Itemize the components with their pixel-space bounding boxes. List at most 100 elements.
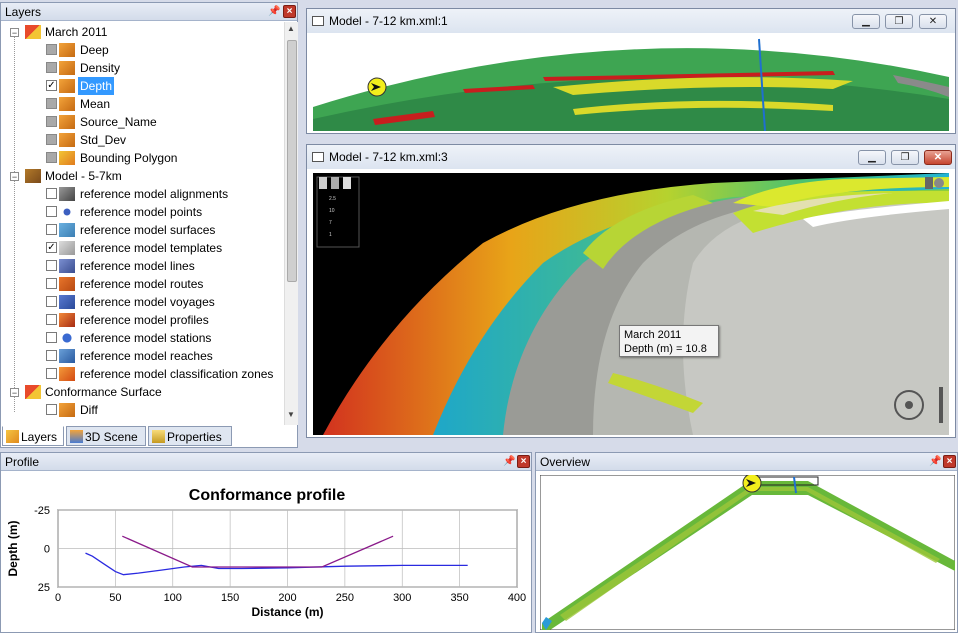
pin-icon[interactable]: 📌	[503, 456, 515, 467]
scene-tab-icon	[70, 430, 83, 443]
visibility-checkbox[interactable]	[46, 62, 57, 73]
visibility-checkbox[interactable]	[46, 260, 57, 271]
tree-row-label: reference model stations	[80, 331, 212, 345]
maximize-button[interactable]: ❐	[885, 14, 913, 29]
tab-properties[interactable]: Properties	[148, 426, 232, 446]
line-icon	[59, 259, 75, 273]
collapse-icon[interactable]: −	[10, 28, 19, 38]
y-axis-label: Depth (m)	[6, 521, 20, 577]
voyage-icon	[59, 295, 75, 309]
collapse-icon[interactable]: −	[10, 172, 19, 182]
profile-close-button[interactable]: ×	[517, 455, 530, 468]
visibility-checkbox[interactable]: ✓	[46, 242, 57, 253]
tree-row-reference-model-stations[interactable]: reference model stations	[1, 329, 284, 347]
visibility-checkbox[interactable]	[46, 116, 57, 127]
tree-row-label: reference model points	[80, 205, 203, 219]
top-view-canvas[interactable]	[313, 37, 949, 131]
layer-tree-scrollbar[interactable]: ▲ ▼	[284, 22, 298, 425]
model-icon	[25, 169, 41, 183]
pin-icon[interactable]: 📌	[929, 456, 941, 467]
overview-title-text: Overview	[540, 455, 591, 469]
profile-title-text: Profile	[5, 455, 40, 469]
tree-row-deep[interactable]: Deep	[1, 41, 284, 59]
tab-3d-scene[interactable]: 3D Scene	[66, 426, 146, 446]
tree-row-source-name[interactable]: Source_Name	[1, 113, 284, 131]
scroll-thumb[interactable]	[287, 40, 297, 282]
profile-icon	[59, 313, 75, 327]
overview-panel-title: Overview	[536, 453, 957, 471]
model-window-1: Model - 7-12 km.xml:1 ▁ ❐ ✕	[306, 8, 956, 134]
visibility-checkbox[interactable]	[46, 278, 57, 289]
visibility-checkbox[interactable]	[46, 134, 57, 145]
close-button[interactable]: ✕	[924, 150, 952, 165]
legend-tick: 2.5	[329, 196, 336, 202]
model-window-3-title: Model - 7-12 km.xml:3	[329, 150, 448, 164]
close-button[interactable]: ✕	[919, 14, 947, 29]
visibility-checkbox[interactable]	[46, 332, 57, 343]
tree-row-conformance-surface[interactable]: − Conformance Surface	[1, 383, 284, 401]
minimize-button[interactable]: ▁	[858, 150, 886, 165]
y-tick-label: 25	[38, 582, 50, 594]
visibility-checkbox[interactable]	[46, 224, 57, 235]
tree-row-reference-model-profiles[interactable]: reference model profiles	[1, 311, 284, 329]
x-tick-label: 250	[336, 592, 354, 604]
visibility-checkbox[interactable]	[46, 206, 57, 217]
tree-row-reference-model-alignments[interactable]: reference model alignments	[1, 185, 284, 203]
maximize-button[interactable]: ❐	[891, 150, 919, 165]
visibility-checkbox[interactable]	[46, 98, 57, 109]
tree-row-label: Density	[80, 61, 121, 75]
scroll-up-arrow[interactable]: ▲	[287, 24, 295, 33]
tree-row-reference-model-lines[interactable]: reference model lines	[1, 257, 284, 275]
tree-row-model-5-7km[interactable]: − Model - 5-7km	[1, 167, 284, 185]
tree-row-label: reference model voyages	[80, 295, 215, 309]
tree-row-reference-model-surfaces[interactable]: reference model surfaces	[1, 221, 284, 239]
pin-icon[interactable]: 📌	[268, 6, 280, 17]
window-icon	[312, 152, 324, 162]
tree-row-std-dev[interactable]: Std_Dev	[1, 131, 284, 149]
tree-row-reference-model-templates[interactable]: ✓ reference model templates	[1, 239, 284, 257]
overview-map[interactable]	[540, 475, 955, 630]
layer-icon	[59, 403, 75, 417]
depth-legend: 2.5 10 7 1	[329, 193, 347, 245]
tree-row-label: reference model profiles	[80, 313, 209, 327]
visibility-checkbox[interactable]	[46, 152, 57, 163]
visibility-checkbox[interactable]: ✓	[46, 80, 57, 91]
collapse-icon[interactable]: −	[10, 388, 19, 398]
tree-row-label: reference model lines	[80, 259, 195, 273]
layer-icon	[59, 43, 75, 57]
visibility-checkbox[interactable]	[46, 350, 57, 361]
tree-row-mean[interactable]: Mean	[1, 95, 284, 113]
tab-layers[interactable]: Layers	[2, 426, 64, 446]
minimize-button[interactable]: ▁	[852, 14, 880, 29]
tree-row-density[interactable]: Density	[1, 59, 284, 77]
tree-row-reference-model-voyages[interactable]: reference model voyages	[1, 293, 284, 311]
model-window-1-title: Model - 7-12 km.xml:1	[329, 14, 448, 28]
visibility-checkbox[interactable]	[46, 296, 57, 307]
x-tick-label: 150	[221, 592, 239, 604]
overview-close-button[interactable]: ×	[943, 455, 956, 468]
legend-tick: 1	[329, 232, 332, 238]
tree-row-label: Model - 5-7km	[45, 169, 122, 183]
scroll-down-arrow[interactable]: ▼	[287, 410, 295, 419]
tree-row-reference-model-reaches[interactable]: reference model reaches	[1, 347, 284, 365]
x-tick-label: 50	[109, 592, 121, 604]
visibility-checkbox[interactable]	[46, 188, 57, 199]
tab-3d-scene-label: 3D Scene	[85, 430, 138, 444]
3d-scene-canvas[interactable]	[313, 173, 949, 435]
tree-row-diff[interactable]: Diff	[1, 401, 284, 419]
visibility-checkbox[interactable]	[46, 314, 57, 325]
tree-row-reference-model-points[interactable]: reference model points	[1, 203, 284, 221]
visibility-checkbox[interactable]	[46, 368, 57, 379]
visibility-checkbox[interactable]	[46, 404, 57, 415]
tree-row-reference-model-classification-zones[interactable]: reference model classification zones	[1, 365, 284, 383]
tree-row-reference-model-routes[interactable]: reference model routes	[1, 275, 284, 293]
zone-icon	[59, 367, 75, 381]
layers-close-button[interactable]: ×	[283, 5, 296, 18]
layer-icon	[59, 133, 75, 147]
visibility-checkbox[interactable]	[46, 44, 57, 55]
x-tick-label: 200	[278, 592, 296, 604]
layers-title-text: Layers	[5, 5, 42, 19]
tree-row-march-2011[interactable]: − March 2011	[1, 23, 284, 41]
tree-row-bounding-polygon[interactable]: Bounding Polygon	[1, 149, 284, 167]
tree-row-depth[interactable]: ✓ Depth	[1, 77, 284, 95]
